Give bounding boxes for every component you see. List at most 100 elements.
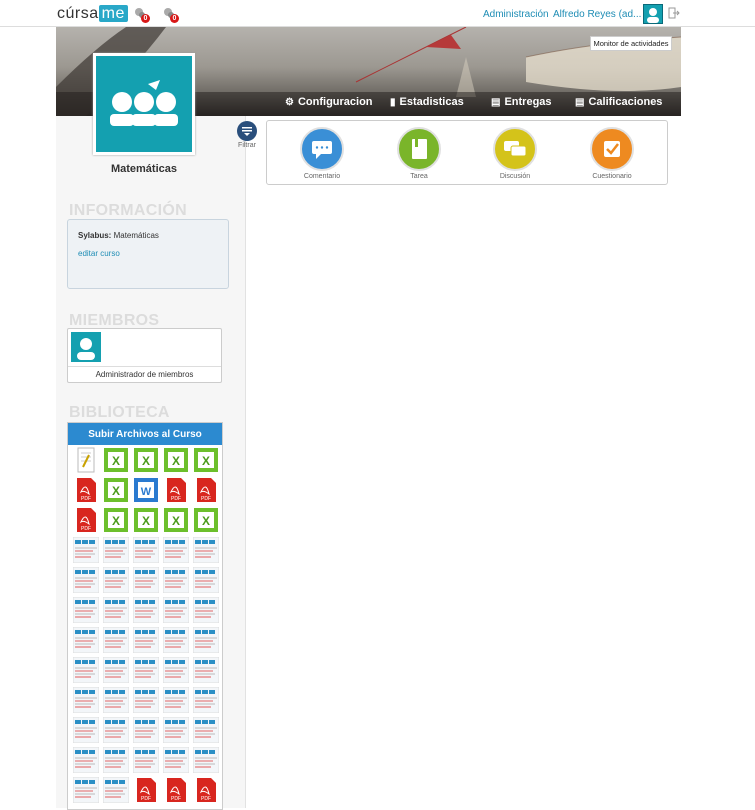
library-file-shot[interactable]	[132, 716, 160, 744]
library-file-shot[interactable]	[102, 686, 130, 714]
library-file-shot[interactable]	[132, 566, 160, 594]
notifications-chat[interactable]: 0	[162, 6, 180, 24]
admin-link[interactable]: Administración	[483, 9, 549, 20]
library-file-shot[interactable]	[72, 536, 100, 564]
cursame-logo[interactable]: cúrsa me	[57, 5, 128, 23]
document-icon: ▤	[491, 97, 501, 108]
library-file-shot[interactable]	[132, 656, 160, 684]
library-file-shot[interactable]	[162, 536, 190, 564]
library-file-pdf[interactable]: PDF	[193, 777, 219, 803]
svg-text:W: W	[141, 486, 152, 498]
library-file-xls[interactable]: X	[133, 447, 159, 473]
library-file-shot[interactable]	[102, 566, 130, 594]
library-file-shot[interactable]	[162, 716, 190, 744]
member-avatar[interactable]	[71, 332, 101, 362]
library-file-xls[interactable]: X	[163, 507, 189, 533]
library-file-pdf[interactable]: PDF	[163, 777, 189, 803]
library-file-shot[interactable]	[132, 626, 160, 654]
library-file-shot[interactable]	[192, 536, 220, 564]
library-file-xls[interactable]: X	[193, 507, 219, 533]
library-file-xls[interactable]: X	[103, 447, 129, 473]
library-file-shot[interactable]	[132, 536, 160, 564]
library-file-shot[interactable]	[72, 776, 100, 804]
book-icon	[397, 127, 441, 171]
user-name-link[interactable]: Alfredo Reyes (ad...	[553, 9, 641, 20]
filter-label: Filtrar	[238, 142, 256, 149]
library-file-shot[interactable]	[72, 746, 100, 774]
nav-entregas[interactable]: ▤ Entregas	[491, 96, 552, 108]
edit-course-link[interactable]: editar curso	[78, 249, 120, 258]
library-file-shot[interactable]	[192, 686, 220, 714]
library-file-shot[interactable]	[162, 596, 190, 624]
library-file-xls[interactable]: X	[193, 447, 219, 473]
library-file-shot[interactable]	[72, 686, 100, 714]
logout-icon[interactable]	[668, 7, 680, 19]
svg-text:PDF: PDF	[201, 496, 211, 502]
library-file-shot[interactable]	[162, 626, 190, 654]
filter-button[interactable]: Filtrar	[236, 121, 258, 149]
library-file-shot[interactable]	[102, 716, 130, 744]
library-file-shot[interactable]	[192, 566, 220, 594]
nav-configuracion[interactable]: ⚙ Configuracion	[285, 96, 373, 108]
library-file-shot[interactable]	[162, 746, 190, 774]
library-file-shot[interactable]	[132, 746, 160, 774]
library-file-shot[interactable]	[192, 596, 220, 624]
library-file-shot[interactable]	[72, 596, 100, 624]
library-file-xls[interactable]: X	[103, 477, 129, 503]
svg-text:PDF: PDF	[81, 496, 91, 502]
library-file-shot[interactable]	[72, 626, 100, 654]
post-comment-button[interactable]: Comentario	[287, 127, 357, 180]
members-manager-button[interactable]: Administrador de miembros	[68, 366, 221, 382]
library-file-word[interactable]: W	[133, 477, 159, 503]
logo-me: me	[98, 5, 128, 22]
library-file-pdf[interactable]: PDF	[133, 777, 159, 803]
user-icon	[647, 8, 659, 23]
library-file-shot[interactable]	[162, 566, 190, 594]
library-file-shot[interactable]	[162, 686, 190, 714]
post-quiz-button[interactable]: Cuestionario	[577, 127, 647, 180]
library-file-shot[interactable]	[72, 656, 100, 684]
library-file-shot[interactable]	[102, 596, 130, 624]
library-file-shot[interactable]	[192, 626, 220, 654]
checkbox-icon	[590, 127, 634, 171]
library-file-pdf[interactable]: PDF	[163, 477, 189, 503]
library-file-xls[interactable]: X	[103, 507, 129, 533]
library-file-shot[interactable]	[72, 566, 100, 594]
course-name: Matemáticas	[110, 163, 178, 175]
library-file-shot[interactable]	[102, 626, 130, 654]
activity-monitor-button[interactable]: Monitor de actividades	[590, 36, 672, 51]
library-file-shot[interactable]	[132, 686, 160, 714]
svg-text:PDF: PDF	[81, 526, 91, 532]
library-file-shot[interactable]	[162, 656, 190, 684]
library-file-shot[interactable]	[192, 716, 220, 744]
notifications-bell[interactable]: 0	[133, 6, 151, 24]
nav-label: Configuracion	[297, 96, 373, 108]
library-file-shot[interactable]	[192, 746, 220, 774]
library-file-shot[interactable]	[102, 746, 130, 774]
upload-files-button[interactable]: Subir Archivos al Curso	[68, 423, 222, 445]
library-file-xls[interactable]: X	[133, 507, 159, 533]
group-icon	[110, 80, 178, 126]
library-file-pdf[interactable]: PDF	[73, 477, 99, 503]
svg-text:X: X	[172, 514, 180, 528]
library-file-shot[interactable]	[102, 536, 130, 564]
svg-text:PDF: PDF	[171, 496, 181, 502]
svg-text:X: X	[112, 454, 120, 468]
post-discussion-button[interactable]: Discusión	[480, 127, 550, 180]
library-file-shot[interactable]	[132, 596, 160, 624]
library-file-doc[interactable]	[73, 447, 99, 473]
post-task-button[interactable]: Tarea	[384, 127, 454, 180]
library-file-pdf[interactable]: PDF	[73, 507, 99, 533]
library-file-shot[interactable]	[102, 656, 130, 684]
library-file-xls[interactable]: X	[163, 447, 189, 473]
user-avatar[interactable]	[643, 4, 663, 24]
library-file-shot[interactable]	[102, 776, 130, 804]
nav-calificaciones[interactable]: ▤ Calificaciones	[575, 96, 662, 108]
library-file-shot[interactable]	[72, 716, 100, 744]
svg-text:X: X	[112, 484, 120, 498]
speech-bubble-icon	[300, 127, 344, 171]
nav-estadisticas[interactable]: ▮ Estadisticas	[390, 96, 464, 108]
library-file-pdf[interactable]: PDF	[193, 477, 219, 503]
library-file-shot[interactable]	[192, 656, 220, 684]
svg-text:X: X	[172, 454, 180, 468]
